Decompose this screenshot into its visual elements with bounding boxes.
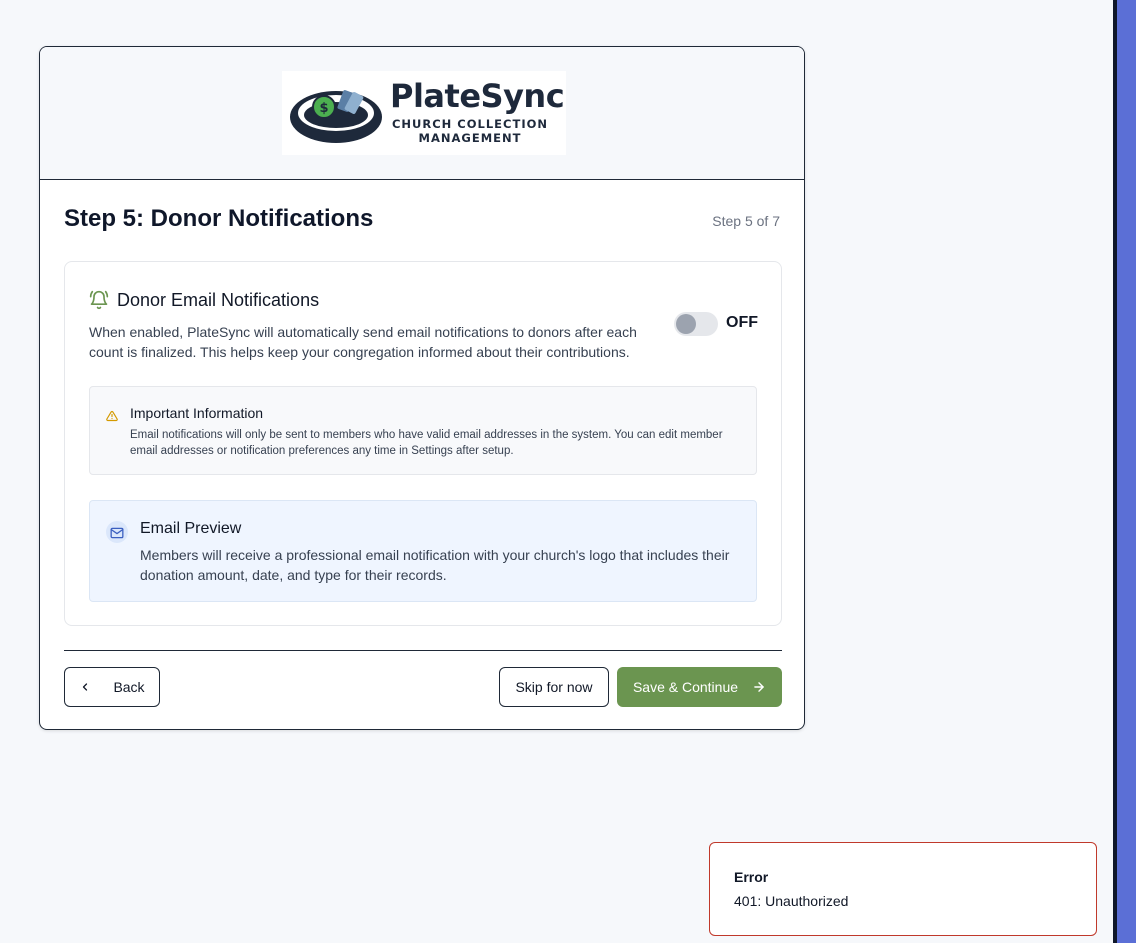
preview-text: Members will receive a professional emai… xyxy=(140,547,730,583)
bell-icon xyxy=(89,290,109,315)
page: $ PlateSync CHURCH COLLECTION MANAGEMENT… xyxy=(0,0,1136,943)
toggle-knob xyxy=(676,314,696,334)
info-title: Important Information xyxy=(130,405,264,421)
error-toast[interactable]: Error 401: Unauthorized xyxy=(709,842,1097,936)
toast-title: Error xyxy=(734,869,769,885)
footer-divider xyxy=(64,650,782,651)
logo: $ PlateSync CHURCH COLLECTION MANAGEMENT xyxy=(282,71,566,155)
important-info-box: Important Information Email notification… xyxy=(89,386,757,475)
setup-card: $ PlateSync CHURCH COLLECTION MANAGEMENT… xyxy=(39,46,805,730)
logo-tagline: CHURCH COLLECTION MANAGEMENT xyxy=(391,117,549,145)
info-text: Email notifications will only be sent to… xyxy=(130,429,723,457)
save-button-label: Save & Continue xyxy=(632,679,739,695)
logo-name: PlateSync xyxy=(390,77,565,115)
mail-icon-badge xyxy=(106,521,128,543)
toggle-state-label: OFF xyxy=(726,314,758,331)
email-preview-box: Email Preview Members will receive a pro… xyxy=(89,500,757,602)
window-edge xyxy=(1113,0,1136,943)
step-counter: Step 5 of 7 xyxy=(712,213,780,229)
preview-title: Email Preview xyxy=(140,520,242,537)
warning-icon xyxy=(106,409,118,427)
toast-message: 401: Unauthorized xyxy=(734,893,849,909)
card-header: $ PlateSync CHURCH COLLECTION MANAGEMENT xyxy=(40,47,804,180)
notifications-toggle[interactable] xyxy=(674,312,718,336)
save-continue-button[interactable]: Save & Continue xyxy=(617,667,782,707)
collection-plate-logo-icon: $ xyxy=(288,79,388,154)
skip-button[interactable]: Skip for now xyxy=(499,667,609,707)
svg-text:$: $ xyxy=(319,101,328,116)
mail-icon xyxy=(110,526,124,544)
back-button-label: Back xyxy=(113,679,145,695)
page-title: Step 5: Donor Notifications xyxy=(64,205,374,232)
chevron-left-icon xyxy=(79,681,91,693)
arrow-right-icon xyxy=(752,680,766,694)
skip-button-label: Skip for now xyxy=(515,679,593,695)
back-button[interactable]: Back xyxy=(64,667,160,707)
notifications-panel: Donor Email Notifications When enabled, … xyxy=(64,261,782,626)
notifications-description: When enabled, PlateSync will automatical… xyxy=(89,324,637,360)
notifications-title: Donor Email Notifications xyxy=(117,290,320,310)
